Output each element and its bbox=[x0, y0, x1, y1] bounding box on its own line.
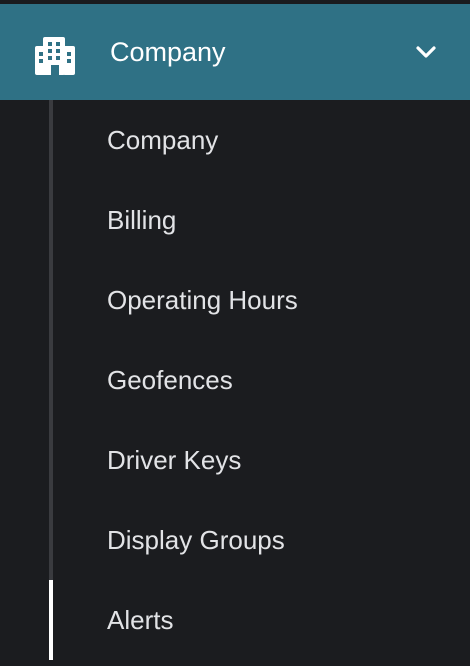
building-icon bbox=[35, 37, 75, 75]
submenu-item-operating-hours[interactable]: Operating Hours bbox=[0, 260, 470, 340]
active-indicator bbox=[49, 580, 53, 660]
submenu-item-billing[interactable]: Billing bbox=[0, 180, 470, 260]
chevron-down-icon[interactable] bbox=[412, 40, 440, 64]
submenu-item-driver-keys[interactable]: Driver Keys bbox=[0, 420, 470, 500]
submenu-item-display-groups[interactable]: Display Groups bbox=[0, 500, 470, 580]
submenu-item-label: Billing bbox=[107, 205, 177, 235]
submenu-item-label: Geofences bbox=[107, 365, 233, 395]
submenu-item-label: Company bbox=[107, 125, 219, 155]
submenu-item-label: Driver Keys bbox=[107, 445, 242, 475]
submenu-item-label: Display Groups bbox=[107, 525, 285, 555]
submenu-item-company[interactable]: Company bbox=[0, 100, 470, 180]
submenu-item-label: Operating Hours bbox=[107, 285, 298, 315]
submenu-item-geofences[interactable]: Geofences bbox=[0, 340, 470, 420]
company-section-header[interactable]: Company bbox=[0, 4, 470, 100]
submenu-item-label: Alerts bbox=[107, 605, 174, 635]
company-submenu: Company Billing Operating Hours Geofence… bbox=[0, 100, 470, 666]
section-title: Company bbox=[110, 37, 226, 67]
submenu-item-alerts[interactable]: Alerts bbox=[0, 580, 470, 660]
